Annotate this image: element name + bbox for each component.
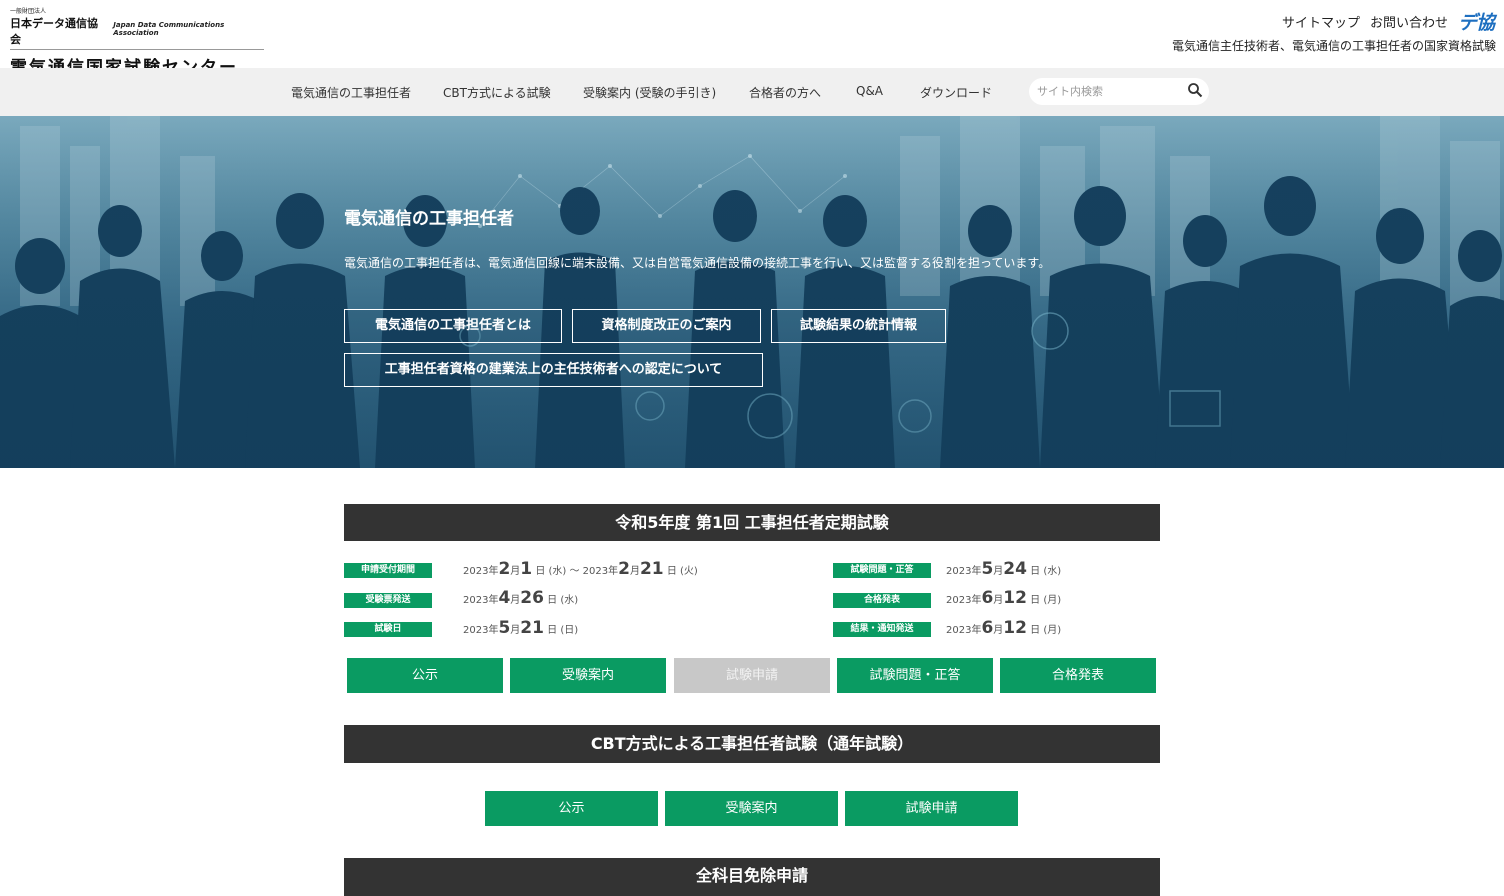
schedule-value-application: 2023年2月1 日 (水) ～ 2023年2月21 日 (火)	[463, 559, 698, 579]
regular-notice-button[interactable]: 公示	[347, 658, 503, 693]
about-koji-tantosha-button[interactable]: 電気通信の工事担任者とは	[344, 309, 562, 343]
search-icon[interactable]	[1187, 82, 1203, 98]
nav-item-qa[interactable]: Q&A	[856, 84, 883, 98]
search-input[interactable]	[1037, 83, 1177, 100]
logo-org-name: 日本データ通信協会	[10, 17, 98, 46]
chief-engineer-certification-button[interactable]: 工事担任者資格の建業法上の主任技術者への認定について	[344, 353, 763, 387]
regular-questions-answers-button[interactable]: 試験問題・正答	[837, 658, 993, 693]
cbt-exam-application-button[interactable]: 試験申請	[845, 791, 1018, 826]
site-tagline: 電気通信主任技術者、電気通信の工事担任者の国家資格試験	[1171, 39, 1496, 53]
cbt-exam-heading: CBT方式による工事担任者試験（通年試験）	[344, 725, 1160, 763]
schedule-label-admission-ticket: 受験票発送	[344, 593, 432, 608]
schedule-value-exam-day: 2023年5月21 日 (日)	[463, 618, 579, 638]
regular-results-button[interactable]: 合格発表	[1000, 658, 1156, 693]
hero-title: 電気通信の工事担任者	[344, 209, 514, 229]
nav-item-exam-guide[interactable]: 受験案内 (受験の手引き)	[583, 84, 716, 101]
cbt-notice-button[interactable]: 公示	[485, 791, 658, 826]
site-header: 一般財団法人 日本データ通信協会 Japan Data Communicatio…	[0, 0, 1504, 78]
schedule-label-results: 合格発表	[833, 593, 931, 608]
regular-exam-guide-button[interactable]: 受験案内	[510, 658, 666, 693]
logo-divider	[10, 49, 264, 50]
hero-description: 電気通信の工事担任者は、電気通信回線に端末設備、又は自営電気通信設備の接続工事を…	[344, 256, 1051, 270]
cbt-exam-guide-button[interactable]: 受験案内	[665, 791, 838, 826]
hero-banner: 電気通信の工事担任者 電気通信の工事担任者は、電気通信回線に端末設備、又は自営電…	[0, 116, 1504, 468]
main-nav: 電気通信の工事担任者 CBT方式による試験 受験案内 (受験の手引き) 合格者の…	[0, 68, 1504, 116]
schedule-label-questions-answers: 試験問題・正答	[833, 563, 931, 578]
exemption-heading: 全科目免除申請	[344, 858, 1160, 896]
utility-links: サイトマップ お問い合わせ デ協	[1282, 8, 1495, 35]
site-search	[1029, 78, 1209, 105]
nav-item-koji-tantosha[interactable]: 電気通信の工事担任者	[291, 84, 411, 101]
nav-item-passers[interactable]: 合格者の方へ	[749, 84, 821, 101]
logo-org-name-en: Japan Data Communications Association	[113, 21, 225, 37]
schedule-label-exam-day: 試験日	[344, 622, 432, 637]
sitemap-link[interactable]: サイトマップ	[1282, 12, 1360, 31]
schedule-value-admission-ticket: 2023年4月26 日 (水)	[463, 588, 579, 608]
nav-item-download[interactable]: ダウンロード	[920, 84, 992, 101]
logo-org-type: 一般財団法人	[10, 8, 47, 15]
exam-statistics-button[interactable]: 試験結果の統計情報	[771, 309, 946, 343]
hero-background-image	[0, 116, 1504, 468]
system-reform-button[interactable]: 資格制度改正のご案内	[572, 309, 761, 343]
schedule-value-results: 2023年6月12 日 (月)	[946, 588, 1062, 608]
nav-item-cbt[interactable]: CBT方式による試験	[443, 84, 551, 101]
schedule-label-application: 申請受付期間	[344, 563, 432, 578]
schedule-value-questions-answers: 2023年5月24 日 (水)	[946, 559, 1062, 579]
regular-exam-application-button[interactable]: 試験申請	[674, 658, 830, 693]
dekyo-logo[interactable]: デ協	[1458, 8, 1495, 35]
regular-exam-heading: 令和5年度 第1回 工事担任者定期試験	[344, 504, 1160, 541]
schedule-value-notification: 2023年6月12 日 (月)	[946, 618, 1062, 638]
schedule-label-notification: 結果・通知発送	[833, 622, 931, 637]
contact-link[interactable]: お問い合わせ	[1370, 12, 1448, 31]
